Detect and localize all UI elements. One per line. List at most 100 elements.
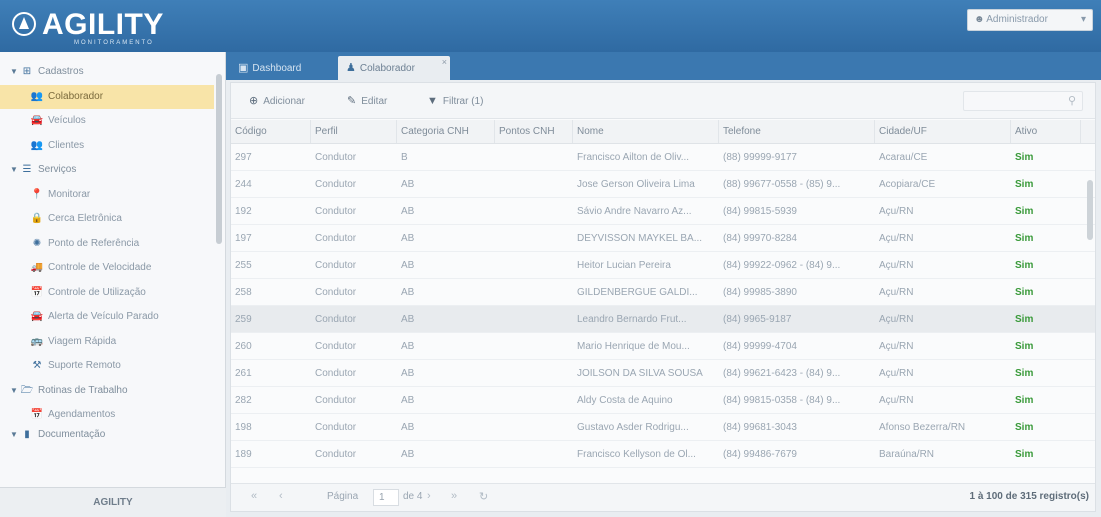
search-icon: ⚲ bbox=[1067, 95, 1076, 107]
cell-perfil: Condutor bbox=[315, 314, 357, 325]
colaborador-grid: Código Perfil Categoria CNH Pontos CNH N… bbox=[231, 120, 1095, 468]
cell-cidade-uf: Baraúna/RN bbox=[879, 449, 935, 460]
cell-categoria-cnh: AB bbox=[401, 395, 415, 406]
chevron-down-icon: ▼ bbox=[10, 385, 18, 395]
cell-telefone: (84) 99486-7679 bbox=[723, 449, 797, 460]
column-header-pontos-cnh[interactable]: Pontos CNH bbox=[495, 120, 573, 143]
chevron-down-icon: ▼ bbox=[10, 67, 18, 76]
cell-nome: JOILSON DA SILVA SOUSA bbox=[577, 368, 703, 379]
column-header-categoria-cnh[interactable]: Categoria CNH bbox=[397, 120, 495, 143]
table-row[interactable]: 255 Condutor AB Heitor Lucian Pereira (84) 9… bbox=[231, 252, 1095, 279]
plus-circle-icon: ⊕ bbox=[249, 95, 259, 107]
sidebar-group-cadastros[interactable]: ▼ ⊞ Cadastros bbox=[0, 60, 214, 85]
first-page-icon[interactable]: « bbox=[251, 490, 257, 502]
cell-pontos-cnh bbox=[495, 441, 573, 467]
sidebar-item-agendamentos[interactable]: 📅 Agendamentos bbox=[0, 403, 214, 428]
sidebar-item-label: Cerca Eletrônica bbox=[48, 213, 122, 224]
last-page-icon[interactable]: » bbox=[451, 490, 457, 502]
chevron-down-icon: ▼ bbox=[10, 429, 18, 439]
table-row[interactable]: 297 Condutor B Francisco Ailton de Oliv... (… bbox=[231, 144, 1095, 171]
close-icon[interactable]: × bbox=[442, 50, 447, 74]
sidebar-item-label: Serviços bbox=[38, 164, 77, 175]
column-header-perfil[interactable]: Perfil bbox=[311, 120, 397, 143]
cell-pontos-cnh bbox=[495, 198, 573, 224]
table-row[interactable]: 189 Condutor AB Francisco Kellyson de Ol...… bbox=[231, 441, 1095, 468]
page-label: Página bbox=[327, 491, 359, 502]
cell-cidade-uf: Acarau/CE bbox=[879, 152, 928, 163]
cell-pontos-cnh bbox=[495, 360, 573, 386]
cell-categoria-cnh: AB bbox=[401, 341, 415, 352]
table-row[interactable]: 258 Condutor AB GILDENBERGUE GALDI... (84) 9… bbox=[231, 279, 1095, 306]
sidebar-group-rotinas[interactable]: ▼ 🗁 Rotinas de Trabalho bbox=[0, 379, 214, 404]
sidebar: ▼ ⊞ Cadastros 👥 Colaborador 🚘 Veículos 👥 Clie… bbox=[0, 52, 226, 517]
cell-telefone: (84) 99621-6423 - (84) 9... bbox=[723, 368, 841, 379]
cell-cidade-uf: Açu/RN bbox=[879, 341, 914, 352]
page-number-input[interactable]: 1 bbox=[373, 489, 399, 506]
sidebar-item-colaborador[interactable]: 👥 Colaborador bbox=[0, 84, 214, 109]
sidebar-item-veiculos[interactable]: 🚘 Veículos bbox=[0, 109, 214, 134]
doc-icon: ▮ bbox=[24, 428, 30, 440]
cell-perfil: Condutor bbox=[315, 260, 357, 271]
column-header-codigo[interactable]: Código bbox=[231, 120, 311, 143]
sidebar-item-label: Ponto de Referência bbox=[48, 237, 140, 249]
sidebar-item-label: Controle de Velocidade bbox=[48, 262, 152, 273]
grid-scrollbar[interactable] bbox=[1087, 180, 1093, 240]
car-icon: 🚘 bbox=[30, 115, 44, 126]
cell-perfil: Condutor bbox=[315, 233, 357, 244]
sidebar-item-cerca-eletronica[interactable]: 🔒 Cerca Eletrônica bbox=[0, 207, 214, 232]
sidebar-item-ponto-referencia[interactable]: ✺ Ponto de Referência bbox=[0, 232, 214, 257]
sidebar-item-label: Colaborador bbox=[48, 90, 104, 102]
sidebar-item-alerta-veiculo-parado[interactable]: 🚘 Alerta de Veículo Parado bbox=[0, 305, 214, 330]
edit-button[interactable]: ✎ Editar bbox=[347, 92, 413, 110]
table-row[interactable]: 259 Condutor AB Leandro Bernardo Frut... (84… bbox=[231, 306, 1095, 333]
refresh-icon[interactable]: ↻ bbox=[479, 490, 488, 503]
table-row[interactable]: 198 Condutor AB Gustavo Asder Rodrigu... (84… bbox=[231, 414, 1095, 441]
prev-page-icon[interactable]: ‹ bbox=[279, 490, 283, 502]
column-header-ativo[interactable]: Ativo bbox=[1011, 120, 1081, 143]
cell-codigo: 192 bbox=[235, 206, 252, 217]
next-page-icon[interactable]: › bbox=[427, 490, 431, 502]
filter-icon: ▼ bbox=[427, 95, 438, 107]
sidebar-group-servicos[interactable]: ▼ ☰ Serviços bbox=[0, 158, 214, 183]
table-row[interactable]: 261 Condutor AB JOILSON DA SILVA SOUSA (84) … bbox=[231, 360, 1095, 387]
cell-pontos-cnh bbox=[495, 387, 573, 413]
search-input[interactable]: ⚲ bbox=[963, 91, 1083, 111]
sidebar-group-documentacao[interactable]: ▼ ▮ Documentação bbox=[0, 428, 214, 442]
tab-colaborador[interactable]: ♟ Colaborador × bbox=[338, 56, 450, 80]
table-row[interactable]: 282 Condutor AB Aldy Costa de Aquino (84) 99… bbox=[231, 387, 1095, 414]
cell-codigo: 297 bbox=[235, 152, 252, 163]
sidebar-item-monitorar[interactable]: 📍 Monitorar bbox=[0, 183, 214, 208]
tab-dashboard[interactable]: ▣ Dashboard bbox=[230, 56, 330, 80]
cell-nome: Sávio Andre Navarro Az... bbox=[577, 206, 692, 217]
filter-button[interactable]: ▼ Filtrar (1) bbox=[427, 92, 507, 110]
cell-codigo: 261 bbox=[235, 368, 252, 379]
app-logo[interactable]: AGILITY MONITORAMENTO bbox=[12, 8, 212, 48]
cell-codigo: 259 bbox=[235, 314, 252, 325]
cell-ativo: Sim bbox=[1015, 314, 1034, 325]
sidebar-item-controle-velocidade[interactable]: 🚚 Controle de Velocidade bbox=[0, 256, 214, 281]
cell-nome: DEYVISSON MAYKEL BA... bbox=[577, 233, 703, 244]
cell-categoria-cnh: AB bbox=[401, 422, 415, 433]
records-info: 1 à 100 de 315 registro(s) bbox=[969, 491, 1089, 502]
calendar-icon: 📅 bbox=[30, 409, 44, 420]
table-row[interactable]: 192 Condutor AB Sávio Andre Navarro Az... (8… bbox=[231, 198, 1095, 225]
filter-label: Filtrar (1) bbox=[442, 96, 484, 107]
user-menu-button[interactable]: ☻ Administrador ▾ bbox=[967, 9, 1093, 31]
column-header-telefone[interactable]: Telefone bbox=[719, 120, 875, 143]
sidebar-item-viagem-rapida[interactable]: 🚌 Viagem Rápida bbox=[0, 330, 214, 355]
sidebar-item-suporte-remoto[interactable]: ⚒ Suporte Remoto bbox=[0, 354, 214, 379]
sidebar-item-clientes[interactable]: 👥 Clientes bbox=[0, 134, 214, 159]
table-row[interactable]: 244 Condutor AB Jose Gerson Oliveira Lima (8… bbox=[231, 171, 1095, 198]
cell-cidade-uf: Açu/RN bbox=[879, 206, 914, 217]
add-button[interactable]: ⊕ Adicionar bbox=[249, 92, 329, 110]
page-count: de 4 bbox=[403, 491, 423, 502]
sidebar-scrollbar[interactable] bbox=[216, 74, 222, 244]
column-header-nome[interactable]: Nome bbox=[573, 120, 719, 143]
table-row[interactable]: 197 Condutor AB DEYVISSON MAYKEL BA... (84) … bbox=[231, 225, 1095, 252]
column-header-cidade-uf[interactable]: Cidade/UF bbox=[875, 120, 1011, 143]
cell-telefone: (84) 99815-5939 bbox=[723, 206, 797, 217]
table-row[interactable]: 260 Condutor AB Mario Henrique de Mou... (84… bbox=[231, 333, 1095, 360]
cell-ativo: Sim bbox=[1015, 152, 1034, 163]
sidebar-item-controle-utilizacao[interactable]: 📅 Controle de Utilização bbox=[0, 281, 214, 306]
cell-perfil: Condutor bbox=[315, 449, 357, 460]
